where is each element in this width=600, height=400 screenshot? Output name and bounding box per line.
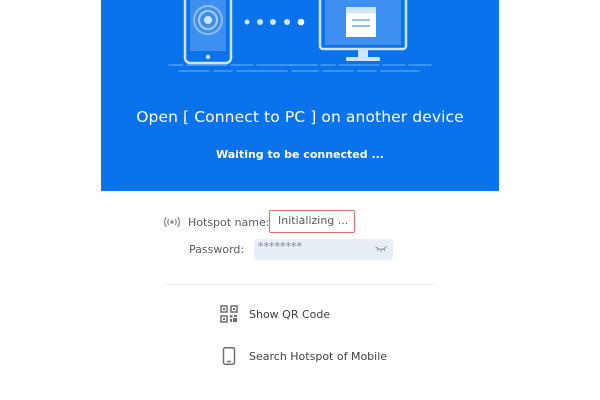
password-value: ******** (258, 240, 302, 253)
connection-banner: Open [ Connect to PC ] on another device… (101, 0, 499, 191)
connection-dots-icon (244, 18, 305, 26)
connection-status: Waiting to be connected ... (216, 148, 384, 161)
password-label: Password: (189, 243, 245, 256)
search-hotspot-label: Search Hotspot of Mobile (249, 349, 388, 363)
connect-to-pc-panel: Open [ Connect to PC ] on another device… (0, 0, 600, 400)
hotspot-row: Hotspot name: (162, 210, 269, 234)
show-qr-code-label: Show QR Code (249, 307, 331, 321)
wifi-signal-icon (163, 216, 181, 228)
divider (163, 284, 437, 285)
hotspot-name-label: Hotspot name: (188, 215, 270, 229)
monitor-icon (318, 0, 408, 61)
password-field[interactable]: ******** (254, 239, 393, 260)
search-hotspot-button[interactable]: Search Hotspot of Mobile (220, 347, 387, 365)
banner-title: Open [ Connect to PC ] on another device (136, 108, 464, 126)
eye-hidden-icon[interactable] (375, 245, 387, 253)
qr-code-icon (220, 305, 238, 323)
hotspot-name-field[interactable]: Initializing ... (269, 210, 355, 233)
phone-icon (183, 0, 233, 65)
mobile-phone-icon (222, 347, 236, 365)
phone-to-pc-illustration (168, 0, 432, 72)
show-qr-code-button[interactable]: Show QR Code (220, 305, 330, 323)
